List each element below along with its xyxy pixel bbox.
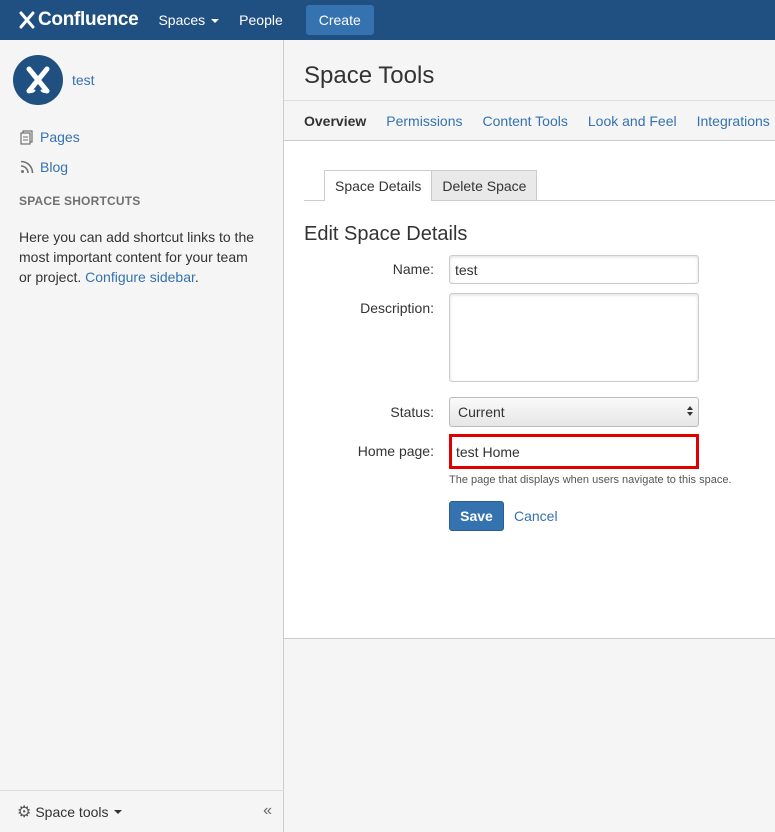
tab-integrations[interactable]: Integrations	[697, 113, 770, 129]
cancel-link[interactable]: Cancel	[514, 508, 558, 524]
confluence-logo-icon	[19, 11, 35, 29]
name-input[interactable]: test	[449, 255, 699, 284]
nav-people[interactable]: People	[239, 12, 283, 28]
nav-people-label: People	[239, 12, 283, 28]
sub-tabs: Space Details Delete Space	[324, 170, 538, 200]
status-selected-value: Current	[458, 404, 505, 420]
select-arrows-icon	[687, 405, 693, 417]
homepage-input[interactable]: test Home	[449, 434, 699, 469]
nav-spaces-label: Spaces	[158, 12, 206, 28]
sidebar-footer: ⚙ Space tools «	[0, 790, 284, 832]
nav-spaces[interactable]: Spaces	[158, 12, 220, 28]
status-label: Status:	[390, 404, 434, 420]
homepage-hint: The page that displays when users naviga…	[449, 474, 732, 486]
sidebar-links: Pages Blog	[0, 122, 283, 182]
main-content: Space Tools Overview Permissions Content…	[284, 40, 775, 639]
subtab-delete-space[interactable]: Delete Space	[432, 170, 538, 200]
sidebar-item-label: Pages	[40, 129, 80, 145]
configure-sidebar-link[interactable]: Configure sidebar	[85, 269, 195, 285]
top-navigation-bar: Confluence Spaces People Create	[0, 0, 775, 40]
rss-icon	[19, 159, 35, 175]
space-header: test	[0, 40, 283, 105]
space-tools-label: Space tools	[35, 803, 109, 820]
space-avatar[interactable]	[13, 55, 63, 105]
sidebar-item-label: Blog	[40, 159, 69, 175]
tab-look-and-feel[interactable]: Look and Feel	[588, 113, 677, 129]
chevron-down-icon	[113, 809, 122, 814]
space-tools-menu[interactable]: ⚙ Space tools	[17, 802, 122, 822]
description-label: Description:	[360, 300, 434, 316]
homepage-label: Home page:	[357, 443, 434, 459]
space-shortcuts-description: Here you can add shortcut links to the m…	[19, 227, 263, 287]
chevron-down-icon	[211, 19, 220, 23]
logo-text: Confluence	[38, 9, 139, 30]
space-shortcuts-heading: SPACE SHORTCUTS	[19, 194, 141, 208]
tab-overview[interactable]: Overview	[304, 113, 366, 129]
page-title: Space Tools	[304, 62, 435, 89]
sidebar-item-pages[interactable]: Pages	[0, 122, 283, 152]
space-logo-icon	[26, 66, 50, 94]
name-label: Name:	[392, 261, 434, 277]
shortcuts-period: .	[194, 269, 199, 285]
space-name-link[interactable]: test	[72, 72, 95, 88]
tab-permissions[interactable]: Permissions	[386, 113, 462, 129]
status-select[interactable]: Current	[449, 397, 699, 427]
active-tab-gap	[325, 200, 431, 201]
form-title: Edit Space Details	[304, 223, 468, 245]
confluence-logo[interactable]: Confluence	[18, 9, 139, 31]
description-textarea[interactable]	[449, 293, 699, 382]
collapse-sidebar-icon[interactable]: «	[263, 802, 272, 820]
subtab-space-details[interactable]: Space Details	[324, 170, 433, 200]
space-tools-tabs: Overview Permissions Content Tools Look …	[284, 101, 775, 141]
pages-icon	[19, 129, 35, 145]
gear-icon: ⚙	[17, 803, 32, 821]
tab-content-tools[interactable]: Content Tools	[483, 113, 568, 129]
create-button[interactable]: Create	[305, 5, 374, 35]
save-button[interactable]: Save	[449, 501, 504, 531]
space-sidebar: test Pages Blog SPACE SHORTCUTS Here you…	[0, 40, 284, 832]
sidebar-item-blog[interactable]: Blog	[0, 152, 283, 182]
